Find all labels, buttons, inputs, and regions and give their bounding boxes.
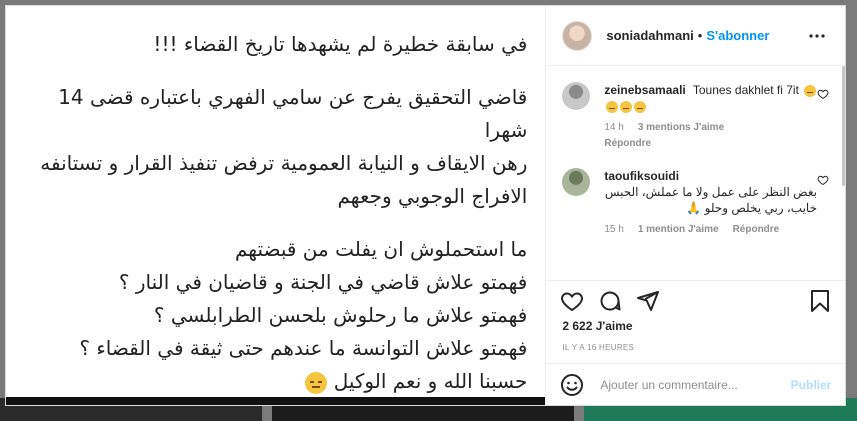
post-line: قاضي التحقيق يفرج عن سامي الفهري باعتبار… <box>58 85 528 142</box>
post-line: رهن الايقاف و النيابة العمومية ترفض تنفي… <box>40 151 528 175</box>
comment-likes[interactable]: 3 mentions J'aime <box>638 120 724 136</box>
image-bottom-edge <box>6 397 546 405</box>
post-line-last: حسبنا الله و نعم الوكيل <box>17 365 527 398</box>
post-line: فهمتو علاش ما رحلوش بلحسن الطرابلسي ؟ <box>153 303 528 327</box>
comment-time[interactable]: 14 h <box>604 120 623 136</box>
comment-item: taoufiksouidi بغض النظر على عمل ولا ما ع… <box>546 168 845 238</box>
sad-face-icon <box>804 84 817 97</box>
comment-likes[interactable]: 1 mention J'aime <box>638 222 719 238</box>
post-line: فهمتو علاش التوانسة ما عندهم حتى ثيقة في… <box>79 336 528 360</box>
emoji-icon[interactable] <box>560 373 584 397</box>
add-comment-box: Publier <box>546 363 846 405</box>
reply-button[interactable]: Répondre <box>604 136 817 152</box>
likes-count[interactable]: 2 622 J'aime <box>546 319 845 333</box>
comment-time[interactable]: 15 h <box>604 222 623 238</box>
action-bar <box>546 281 845 321</box>
comment-username[interactable]: zeinebsamaali <box>604 83 685 97</box>
heart-icon[interactable] <box>560 289 584 313</box>
sad-face-icon <box>606 100 619 113</box>
commenter-avatar[interactable] <box>562 168 591 196</box>
share-icon[interactable] <box>636 289 660 313</box>
comments-list: zeinebsamaali Tounes dakhlet fi 7it 14 h… <box>546 66 845 281</box>
post-line: ما استحملوش ان يفلت من قبضتهم <box>234 237 528 261</box>
post-image-text: في سابقة خطيرة لم يشهدها تاريخ القضاء !!… <box>17 28 527 398</box>
post-modal: في سابقة خطيرة لم يشهدها تاريخ القضاء !!… <box>5 5 846 406</box>
post-header: soniadahmani • S'abonner <box>546 6 845 66</box>
comment-input[interactable] <box>598 376 791 393</box>
sad-face-icon <box>634 100 647 113</box>
post-sidebar: soniadahmani • S'abonner zeinebsamaali T… <box>546 6 846 405</box>
commenter-avatar[interactable] <box>562 82 591 110</box>
pensive-face-icon <box>305 371 328 394</box>
publish-button[interactable]: Publier <box>791 378 832 392</box>
comment-meta: 14 h 3 mentions J'aime <box>604 120 817 136</box>
heart-outline-icon[interactable] <box>817 88 829 100</box>
post-line: الافراج الوجوبي وجعهم <box>337 184 528 208</box>
comment-body: taoufiksouidi بغض النظر على عمل ولا ما ع… <box>604 168 817 238</box>
comment-username[interactable]: taoufiksouidi <box>604 169 679 183</box>
post-line: في سابقة خطيرة لم يشهدها تاريخ القضاء !!… <box>153 32 528 56</box>
header-separator: • <box>697 28 703 43</box>
comment-item: zeinebsamaali Tounes dakhlet fi 7it 14 h… <box>546 82 845 152</box>
author-username[interactable]: soniadahmani <box>606 28 693 43</box>
comment-body: zeinebsamaali Tounes dakhlet fi 7it 14 h… <box>604 82 817 152</box>
bookmark-icon[interactable] <box>809 289 831 313</box>
comments-scrollbar[interactable] <box>842 66 845 186</box>
more-horizontal-icon[interactable] <box>805 24 829 48</box>
author-avatar[interactable] <box>562 20 593 51</box>
post-timestamp[interactable]: IL Y A 16 HEURES <box>546 343 845 352</box>
post-line: فهمتو علاش قاضي في الجنة و قاضيان في الن… <box>118 270 528 294</box>
comment-text: بغض النظر على عمل ولا ما عملش، الحبس خاي… <box>604 185 817 215</box>
comment-meta: 15 h 1 mention J'aime Répondre <box>604 222 817 238</box>
heart-outline-icon[interactable] <box>817 174 829 186</box>
follow-button[interactable]: S'abonner <box>706 28 769 43</box>
sad-face-icon <box>620 100 633 113</box>
comment-icon[interactable] <box>598 289 622 313</box>
comment-text: Tounes dakhlet fi 7it <box>692 83 799 97</box>
post-image[interactable]: في سابقة خطيرة لم يشهدها تاريخ القضاء !!… <box>6 6 547 405</box>
reply-button[interactable]: Répondre <box>733 222 780 238</box>
